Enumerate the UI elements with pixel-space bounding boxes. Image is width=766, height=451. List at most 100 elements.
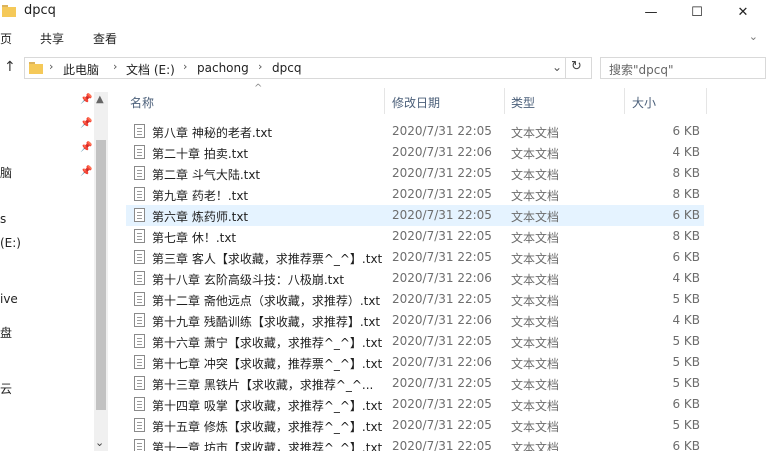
sort-ascending-icon: ^ [254,83,263,94]
file-size: 5 KB [672,334,700,348]
file-date: 2020/7/31 22:05 [392,124,492,138]
file-size: 6 KB [672,208,700,222]
refresh-icon[interactable]: ↻ [571,59,582,74]
pin-icon[interactable]: 📌 [80,142,92,153]
text-file-icon [134,397,145,411]
tab-share[interactable]: 共享 [40,30,64,47]
file-name: 第十三章 黑铁片【求收藏，求推荐^_^... [152,378,374,392]
file-size: 8 KB [672,229,700,243]
column-divider[interactable] [624,88,625,114]
text-file-icon [134,187,145,201]
tab-home[interactable]: 页 [0,30,12,47]
nav-item-disk[interactable]: 盘 [0,324,12,341]
file-size: 6 KB [672,397,700,411]
address-bar[interactable]: › 此电脑 › 文档 (E:) › pachong › dpcq ⌄ ↻ [24,57,592,79]
file-size: 5 KB [672,418,700,432]
divider [565,58,566,78]
file-name: 第八章 神秘的老者.txt [152,126,273,140]
file-date: 2020/7/31 22:05 [392,376,492,390]
file-name: 第十六章 萧宁【求收藏，求推荐^_^】.txt [152,336,383,350]
nav-item-s[interactable]: s [0,212,6,226]
nav-item-drive-e[interactable]: (E:) [0,236,21,250]
file-size: 5 KB [672,292,700,306]
text-file-icon [134,313,145,327]
file-name: 第十四章 吸掌【求收藏，求推荐^_^】.txt [152,399,383,413]
breadcrumb-dpcq[interactable]: dpcq [272,61,301,75]
column-divider[interactable] [504,88,505,114]
pin-icon[interactable]: 📌 [80,166,92,177]
maximize-button[interactable]: ☐ [674,0,720,24]
file-row[interactable]: 第八章 神秘的老者.txt 2020/7/31 22:05 文本文档 6 KB [126,121,704,142]
text-file-icon [134,229,145,243]
file-row[interactable]: 第十三章 黑铁片【求收藏，求推荐^_^... 2020/7/31 22:05 文本文… [126,373,704,394]
nav-item-this-pc[interactable]: 脑 [0,164,12,181]
file-row[interactable]: 第二十章 拍卖.txt 2020/7/31 22:06 文本文档 4 KB [126,142,704,163]
file-date: 2020/7/31 22:06 [392,271,492,285]
pin-icon[interactable]: 📌 [80,118,92,129]
column-headers: ^ 名称 修改日期 类型 大小 [122,83,708,114]
file-name: 第十五章 修炼【求收藏，求推荐^_^】.txt [152,420,383,434]
file-row[interactable]: 第七章 休！.txt 2020/7/31 22:05 文本文档 8 KB [126,226,704,247]
file-row[interactable]: 第九章 药老！.txt 2020/7/31 22:05 文本文档 8 KB [126,184,704,205]
search-box[interactable]: 搜索"dpcq" [600,57,766,79]
breadcrumb-pachong[interactable]: pachong [197,61,249,75]
search-input[interactable]: 搜索"dpcq" [609,61,674,78]
file-type: 文本文档 [511,147,560,161]
file-type: 文本文档 [511,252,560,266]
file-date: 2020/7/31 22:05 [392,229,492,243]
text-file-icon [134,418,145,432]
column-header-type[interactable]: 类型 [511,94,535,111]
file-row[interactable]: 第十七章 冲突【求收藏，推荐票^_^】.txt 2020/7/31 22:06 文本… [126,352,704,373]
text-file-icon [134,145,145,159]
text-file-icon [134,250,145,264]
file-date: 2020/7/31 22:05 [392,208,492,222]
file-row[interactable]: 第十六章 萧宁【求收藏，求推荐^_^】.txt 2020/7/31 22:05 文本… [126,331,704,352]
address-dropdown-icon[interactable]: ⌄ [552,60,562,74]
pin-icon[interactable]: 📌 [80,94,92,105]
file-row-hovered[interactable]: 第六章 炼药师.txt 2020/7/31 22:05 文本文档 6 KB [126,205,704,226]
file-row[interactable]: 第十二章 斋他远点（求收藏，求推荐）.txt 2020/7/31 22:05 文本文… [126,289,704,310]
chevron-right-icon: › [113,60,118,73]
file-row[interactable]: 第三章 客人【求收藏，求推荐票^_^】.txt 2020/7/31 22:05 文本… [126,247,704,268]
breadcrumb-drive[interactable]: 文档 (E:) [126,61,175,78]
file-name: 第十二章 斋他远点（求收藏，求推荐）.txt [152,294,381,308]
column-divider[interactable] [384,88,385,114]
file-size: 8 KB [672,166,700,180]
file-date: 2020/7/31 22:05 [392,439,492,451]
file-row[interactable]: 第二章 斗气大陆.txt 2020/7/31 22:05 文本文档 8 KB [126,163,704,184]
chevron-down-icon[interactable]: ⌄ [749,30,758,43]
file-type: 文本文档 [511,315,560,329]
file-row[interactable]: 第十五章 修炼【求收藏，求推荐^_^】.txt 2020/7/31 22:05 文本… [126,415,704,436]
file-type: 文本文档 [511,273,560,287]
scroll-up-icon[interactable]: ▲ [96,94,104,105]
file-date: 2020/7/31 22:05 [392,397,492,411]
minimize-button[interactable]: — [628,0,674,24]
column-divider[interactable] [706,88,707,114]
close-button[interactable]: ✕ [720,0,766,24]
file-row[interactable]: 第十四章 吸掌【求收藏，求推荐^_^】.txt 2020/7/31 22:05 文本… [126,394,704,415]
column-header-date[interactable]: 修改日期 [392,94,440,111]
file-date: 2020/7/31 22:05 [392,187,492,201]
text-file-icon [134,355,145,369]
tab-view[interactable]: 查看 [93,30,117,47]
nav-item-cloud[interactable]: 云 [0,380,12,397]
file-row[interactable]: 第十九章 残酷训练【求收藏，求推荐】.txt 2020/7/31 22:06 文本文… [126,310,704,331]
file-row[interactable]: 第十八章 玄阶高级斗技：八极崩.txt 2020/7/31 22:06 文本文档 4 … [126,268,704,289]
file-row[interactable]: 第十一章 坊市【求收藏，求推荐^_^】.txt 2020/7/31 22:05 文本… [126,436,704,451]
text-file-icon [134,334,145,348]
nav-item-drive[interactable]: ive [0,292,18,306]
nav-scrollbar-thumb[interactable] [96,140,106,410]
navigation-pane: 📌 📌 📌 📌 脑 s (E:) ive 盘 云 ▲ ⌄ [0,86,112,451]
file-type: 文本文档 [511,126,560,140]
text-file-icon [134,376,145,390]
breadcrumb-this-pc[interactable]: 此电脑 [63,61,99,78]
file-name: 第二章 斗气大陆.txt [152,168,261,182]
file-date: 2020/7/31 22:06 [392,355,492,369]
scroll-down-icon[interactable]: ⌄ [95,436,104,449]
up-arrow-icon[interactable]: ↑ [4,59,16,75]
file-size: 6 KB [672,124,700,138]
column-header-name[interactable]: 名称 [130,94,154,111]
column-header-size[interactable]: 大小 [632,94,656,111]
file-size: 4 KB [672,145,700,159]
text-file-icon [134,271,145,285]
